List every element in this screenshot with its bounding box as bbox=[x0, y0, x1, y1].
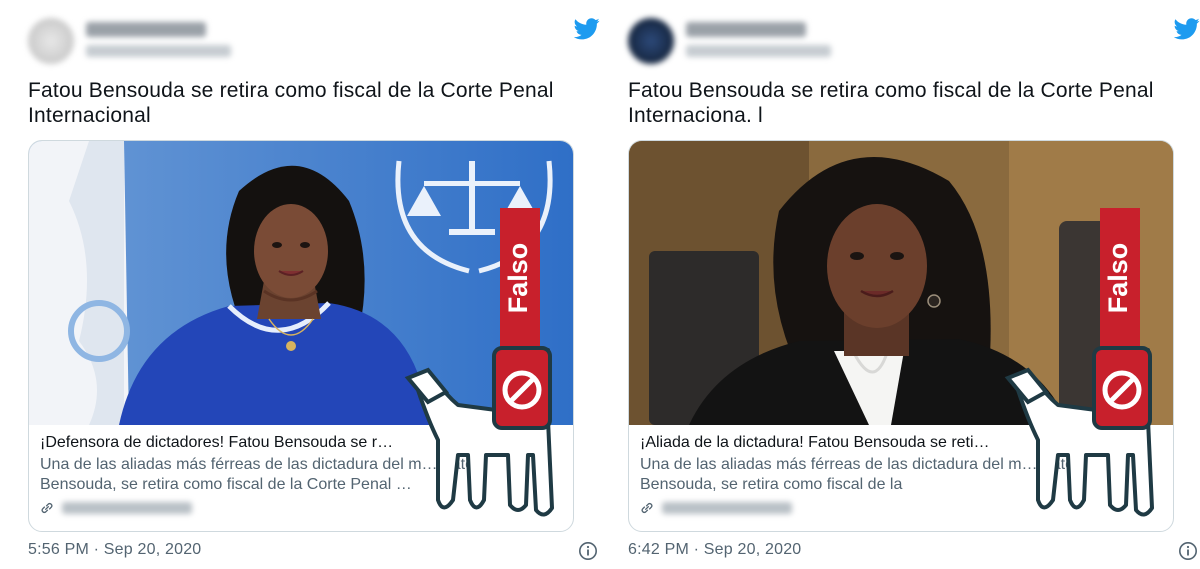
domain-blurred bbox=[62, 502, 192, 514]
card-domain bbox=[640, 501, 1162, 515]
tweet-text: Fatou Bensouda se retira como fiscal de … bbox=[28, 79, 554, 127]
link-card[interactable]: ¡Defensora de dictadores! Fatou Bensouda… bbox=[28, 140, 574, 532]
author-handle-blurred bbox=[86, 45, 231, 57]
author-handle-blurred bbox=[686, 45, 831, 57]
card-title: ¡Defensora de dictadores! Fatou Bensouda… bbox=[40, 434, 394, 451]
card-domain bbox=[40, 501, 562, 515]
timestamp[interactable]: 5:56 PM · Sep 20, 2020 bbox=[28, 541, 201, 559]
tweet-2: Fatou Bensouda se retira como fiscal de … bbox=[628, 0, 1200, 569]
card-title: ¡Aliada de la dictadura! Fatou Bensouda … bbox=[640, 434, 990, 451]
link-card[interactable]: ¡Aliada de la dictadura! Fatou Bensouda … bbox=[628, 140, 1174, 532]
card-description: Una de las aliadas más férreas de las di… bbox=[40, 456, 483, 493]
info-icon[interactable] bbox=[1178, 541, 1198, 561]
timestamp[interactable]: 6:42 PM · Sep 20, 2020 bbox=[628, 541, 801, 559]
tweet-text: Fatou Bensouda se retira como fiscal de … bbox=[628, 79, 1154, 127]
article-photo bbox=[29, 141, 573, 425]
author-name-blurred[interactable] bbox=[686, 22, 806, 37]
article-photo bbox=[629, 141, 1173, 425]
link-icon bbox=[641, 503, 653, 513]
domain-blurred bbox=[662, 502, 792, 514]
avatar[interactable] bbox=[628, 18, 674, 64]
twitter-bird-icon[interactable] bbox=[1174, 18, 1200, 40]
avatar[interactable] bbox=[28, 18, 74, 64]
tweet-1: Fatou Bensouda se retira como fiscal de … bbox=[28, 0, 600, 569]
author-name-blurred[interactable] bbox=[86, 22, 206, 37]
link-icon bbox=[41, 503, 53, 513]
twitter-bird-icon[interactable] bbox=[574, 18, 600, 40]
info-icon[interactable] bbox=[578, 541, 598, 561]
card-description: Una de las aliadas más férreas de las di… bbox=[640, 456, 1083, 493]
